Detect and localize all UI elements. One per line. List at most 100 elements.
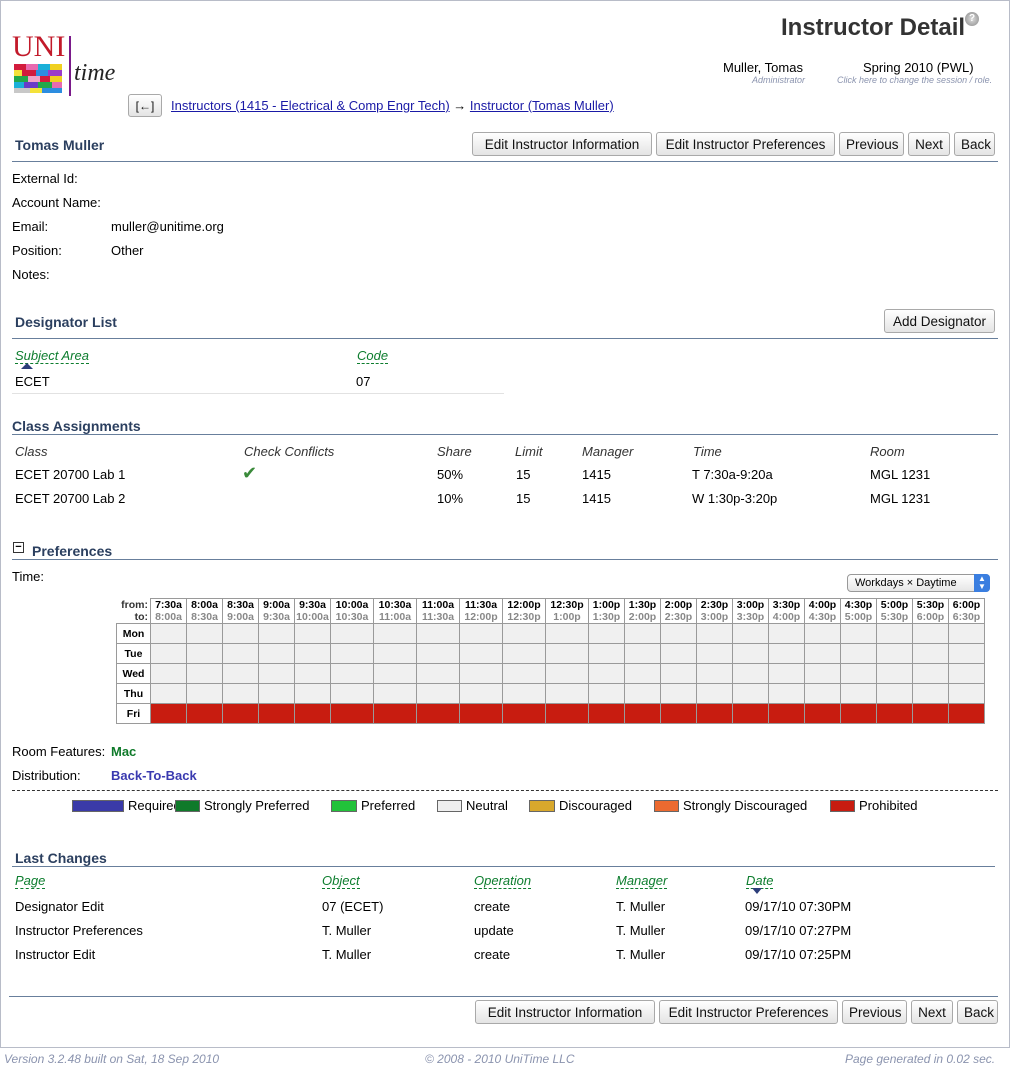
- time-pref-cell[interactable]: [416, 623, 460, 644]
- time-pref-cell[interactable]: [150, 683, 187, 704]
- time-pref-cell[interactable]: [840, 643, 877, 664]
- column-header-code[interactable]: Code: [357, 348, 389, 364]
- time-pref-cell[interactable]: [545, 663, 589, 684]
- time-pref-cell[interactable]: [294, 683, 331, 704]
- grid-time-header[interactable]: 4:30p 5:00p: [840, 598, 877, 624]
- time-pref-cell[interactable]: [502, 623, 546, 644]
- time-pref-cell[interactable]: [660, 663, 697, 684]
- edit-instructor-info-button[interactable]: Edit Instructor Information: [475, 1000, 655, 1024]
- time-pref-cell[interactable]: [624, 623, 661, 644]
- time-pref-cell[interactable]: [222, 663, 259, 684]
- previous-button[interactable]: Previous: [842, 1000, 907, 1024]
- time-pref-cell[interactable]: [186, 703, 223, 724]
- time-pref-cell[interactable]: [330, 663, 374, 684]
- time-pref-cell[interactable]: [294, 623, 331, 644]
- time-pref-cell[interactable]: [330, 643, 374, 664]
- time-pref-cell[interactable]: [258, 703, 295, 724]
- time-pref-cell[interactable]: [459, 623, 503, 644]
- time-pref-cell[interactable]: [502, 703, 546, 724]
- user-name[interactable]: Muller, Tomas: [723, 60, 803, 75]
- time-pref-cell[interactable]: [588, 683, 625, 704]
- time-pref-cell[interactable]: [588, 703, 625, 724]
- time-pref-cell[interactable]: [624, 683, 661, 704]
- time-pref-cell[interactable]: [876, 663, 913, 684]
- back-button[interactable]: Back: [954, 132, 995, 156]
- column-header-operation[interactable]: Operation: [474, 873, 532, 889]
- grid-time-header[interactable]: 9:30a 10:00a: [294, 598, 331, 624]
- time-pref-cell[interactable]: [912, 663, 949, 684]
- time-pref-cell[interactable]: [732, 703, 769, 724]
- time-pref-cell[interactable]: [459, 663, 503, 684]
- add-designator-button[interactable]: Add Designator: [884, 309, 995, 333]
- grid-time-header[interactable]: 9:00a 9:30a: [258, 598, 295, 624]
- time-pattern-select[interactable]: Workdays × Daytime ▲ ▼: [847, 574, 990, 592]
- unitime-logo[interactable]: UNI time: [12, 30, 122, 98]
- time-pref-cell[interactable]: [696, 643, 733, 664]
- grid-day-header[interactable]: Wed: [116, 663, 151, 684]
- grid-time-header[interactable]: 5:30p 6:00p: [912, 598, 949, 624]
- time-pref-cell[interactable]: [660, 683, 697, 704]
- grid-time-header[interactable]: 10:00a 10:30a: [330, 598, 374, 624]
- time-pref-cell[interactable]: [876, 643, 913, 664]
- change-page[interactable]: Instructor Preferences: [15, 923, 143, 938]
- time-pref-cell[interactable]: [804, 623, 841, 644]
- grid-day-header[interactable]: Mon: [116, 623, 151, 644]
- time-pref-cell[interactable]: [258, 683, 295, 704]
- breadcrumb-instructors[interactable]: Instructors (1415 - Electrical & Comp En…: [171, 98, 450, 113]
- time-pref-cell[interactable]: [588, 663, 625, 684]
- time-pref-cell[interactable]: [294, 643, 331, 664]
- time-pref-cell[interactable]: [258, 643, 295, 664]
- time-pref-cell[interactable]: [732, 663, 769, 684]
- grid-time-header[interactable]: 4:00p 4:30p: [804, 598, 841, 624]
- time-pref-cell[interactable]: [696, 623, 733, 644]
- time-pref-cell[interactable]: [459, 683, 503, 704]
- time-pref-cell[interactable]: [948, 663, 985, 684]
- time-pref-cell[interactable]: [330, 623, 374, 644]
- time-pref-cell[interactable]: [588, 643, 625, 664]
- time-pref-cell[interactable]: [804, 663, 841, 684]
- time-pref-cell[interactable]: [624, 643, 661, 664]
- time-pref-cell[interactable]: [545, 683, 589, 704]
- grid-day-header[interactable]: Tue: [116, 643, 151, 664]
- time-pref-cell[interactable]: [768, 663, 805, 684]
- time-pref-cell[interactable]: [660, 643, 697, 664]
- grid-time-header[interactable]: 12:30p 1:00p: [545, 598, 589, 624]
- time-pref-cell[interactable]: [696, 663, 733, 684]
- time-pref-cell[interactable]: [502, 683, 546, 704]
- time-pref-cell[interactable]: [150, 703, 187, 724]
- time-pref-cell[interactable]: [768, 683, 805, 704]
- grid-time-header[interactable]: 3:00p 3:30p: [732, 598, 769, 624]
- back-arrow-button[interactable]: [←]: [128, 94, 162, 117]
- grid-time-header[interactable]: 3:30p 4:00p: [768, 598, 805, 624]
- breadcrumb-instructor[interactable]: Instructor (Tomas Muller): [470, 98, 614, 113]
- time-pref-cell[interactable]: [373, 623, 417, 644]
- column-header-object[interactable]: Object: [322, 873, 360, 889]
- time-pref-cell[interactable]: [732, 643, 769, 664]
- previous-button[interactable]: Previous: [839, 132, 904, 156]
- time-pref-cell[interactable]: [912, 623, 949, 644]
- time-pref-cell[interactable]: [912, 703, 949, 724]
- time-pref-cell[interactable]: [545, 623, 589, 644]
- time-pref-cell[interactable]: [502, 663, 546, 684]
- time-pref-cell[interactable]: [459, 703, 503, 724]
- back-button[interactable]: Back: [957, 1000, 998, 1024]
- time-pref-cell[interactable]: [150, 663, 187, 684]
- time-pref-cell[interactable]: [588, 623, 625, 644]
- time-pref-cell[interactable]: [912, 643, 949, 664]
- grid-time-header[interactable]: 11:00a 11:30a: [416, 598, 460, 624]
- time-pref-cell[interactable]: [660, 703, 697, 724]
- time-pref-cell[interactable]: [294, 663, 331, 684]
- time-pref-cell[interactable]: [373, 643, 417, 664]
- session-hint[interactable]: Click here to change the session / role.: [837, 75, 992, 85]
- grid-time-header[interactable]: 1:30p 2:00p: [624, 598, 661, 624]
- column-header-subject-area[interactable]: Subject Area: [15, 348, 89, 364]
- time-pref-cell[interactable]: [696, 703, 733, 724]
- time-pref-cell[interactable]: [545, 643, 589, 664]
- time-pref-cell[interactable]: [373, 703, 417, 724]
- edit-instructor-prefs-button[interactable]: Edit Instructor Preferences: [659, 1000, 838, 1024]
- time-pref-cell[interactable]: [330, 683, 374, 704]
- time-pref-cell[interactable]: [840, 683, 877, 704]
- column-header-manager[interactable]: Manager: [616, 873, 668, 889]
- time-pref-cell[interactable]: [912, 683, 949, 704]
- assignment-class[interactable]: ECET 20700 Lab 1: [15, 467, 125, 482]
